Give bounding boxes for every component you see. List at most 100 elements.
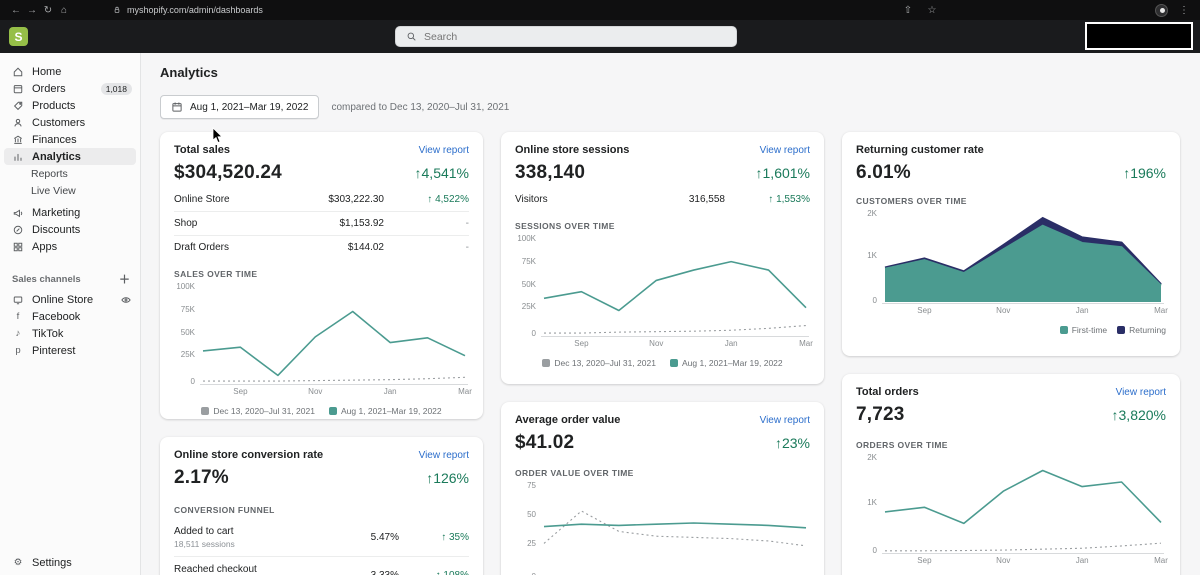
row-label: Draft Orders [174,242,274,253]
customers-icon [12,117,24,129]
sidebar-item-analytics[interactable]: Analytics [4,148,136,165]
browser-home-icon[interactable]: ⌂ [56,5,72,16]
add-sales-channel-icon[interactable]: ＋ [119,271,130,287]
sidebar-item-label: Products [32,100,132,112]
orders-count-badge: 1,018 [101,83,132,95]
sidebar-item-tiktok[interactable]: ♪ TikTok [0,325,140,342]
sidebar-item-live-view[interactable]: Live View [0,182,140,199]
returning-rate-value: 6.01% [856,162,911,184]
funnel-step-sessions: 18,511 sessions [174,539,339,549]
search-input[interactable] [424,31,726,43]
sidebar-item-reports[interactable]: Reports [0,165,140,182]
sessions-delta: ↑1,601% [756,165,810,181]
funnel-step-rate: 5.47% [339,532,399,543]
browser-profile-avatar[interactable] [1155,4,1168,17]
sidebar-item-label: Apps [32,241,132,253]
date-range-button[interactable]: Aug 1, 2021–Mar 19, 2022 [160,95,319,119]
sidebar-item-customers[interactable]: Customers [0,114,140,131]
card-title: Online store conversion rate [174,449,323,461]
sidebar-item-facebook[interactable]: f Facebook [0,308,140,325]
section-label: SESSIONS OVER TIME [515,221,810,231]
row-delta: - [384,218,469,229]
finances-icon [12,134,24,146]
chart-legend: Dec 13, 2020–Jul 31, 2021Aug 1, 2021–Mar… [515,358,810,368]
share-icon[interactable]: ⇧ [900,5,916,16]
sidebar-item-discounts[interactable]: Discounts [0,221,140,238]
address-bar[interactable]: myshopify.com/admin/dashboards [112,5,263,15]
card-title: Online store sessions [515,144,629,156]
bookmark-star-icon[interactable]: ☆ [924,5,940,16]
funnel-row: Added to cart 18,511 sessions 5.47% ↑ 35… [174,519,469,557]
shopify-logo[interactable]: S [9,27,28,46]
orders-icon [12,83,24,95]
sidebar-item-label: Live View [31,185,132,197]
home-icon [12,66,24,78]
row-value: $144.02 [274,242,384,253]
dashboard-grid: Total sales View report $304,520.24 ↑4,5… [160,132,1184,575]
view-report-link[interactable]: View report [419,145,469,156]
calendar-icon [171,101,183,113]
funnel-step-label: Reached checkout [174,564,257,575]
sidebar-item-label: Pinterest [32,345,132,357]
card-title: Total sales [174,144,230,156]
global-search[interactable] [395,26,737,47]
sidebar-item-home[interactable]: Home [0,63,140,80]
row-label: Online Store [174,194,274,205]
funnel-step-delta: ↑ 108% [399,570,469,575]
sidebar-item-apps[interactable]: Apps [0,238,140,255]
discounts-icon [12,224,24,236]
online-store-sessions-card: Online store sessions View report 338,14… [501,132,824,384]
row-delta: ↑ 1,553% [725,194,810,205]
card-title: Total orders [856,386,919,398]
sidebar-item-orders[interactable]: Orders 1,018 [0,80,140,97]
url-text: myshopify.com/admin/dashboards [127,5,263,15]
sidebar-item-label: Marketing [32,207,132,219]
order-value-over-time-chart: 7550250SepNovJanMar [515,484,810,575]
customers-over-time-chart: 2K1K0SepNovJanMar [856,212,1166,315]
sidebar-item-label: Customers [32,117,132,129]
sidebar-item-marketing[interactable]: Marketing [0,204,140,221]
sidebar-item-pinterest[interactable]: p Pinterest [0,342,140,359]
marketing-icon [12,207,24,219]
row-value: $303,222.30 [274,194,384,205]
orders-over-time-chart: 2K1K0SepNovJanMar [856,456,1166,565]
average-order-value-card: Average order value View report $41.02 ↑… [501,402,824,575]
browser-back-icon[interactable]: ← [8,5,24,16]
browser-chrome: ← → ↻ ⌂ myshopify.com/admin/dashboards ⇧… [0,0,1200,20]
view-report-link[interactable]: View report [419,450,469,461]
sidebar: Home Orders 1,018 Products Customers Fin… [0,53,141,575]
view-store-eye-icon[interactable] [120,294,132,306]
sales-over-time-chart: 100K75K50K25K0SepNovJanMar [174,285,469,396]
tiktok-icon: ♪ [12,328,24,339]
view-report-link[interactable]: View report [1116,387,1166,398]
pinterest-icon: p [12,345,24,356]
view-report-link[interactable]: View report [760,145,810,156]
funnel-step-rate: 3.33% [339,570,399,575]
sidebar-item-finances[interactable]: Finances [0,131,140,148]
browser-refresh-icon[interactable]: ↻ [40,5,56,16]
chart-legend: Dec 13, 2020–Jul 31, 2021Aug 1, 2021–Mar… [174,406,469,416]
section-label: CONVERSION FUNNEL [174,505,469,515]
sidebar-item-label: Reports [31,168,132,180]
breakdown-row: Online Store $303,222.30 ↑ 4,522% [174,188,469,212]
row-label: Visitors [515,194,615,205]
online-store-icon [12,294,24,306]
browser-menu-icon[interactable]: ⋮ [1176,5,1192,16]
sales-channels-label: Sales channels [12,274,81,285]
sidebar-item-products[interactable]: Products [0,97,140,114]
total-orders-card: Total orders View report 7,723 ↑3,820% O… [842,374,1180,575]
row-delta: ↑ 4,522% [384,194,469,205]
funnel-step-label: Added to cart [174,526,233,537]
sidebar-item-settings[interactable]: ⚙ Settings [0,554,140,571]
sidebar-item-online-store[interactable]: Online Store [0,291,140,308]
view-report-link[interactable]: View report [760,415,810,426]
total-orders-value: 7,723 [856,404,905,426]
sidebar-item-label: Online Store [32,294,112,306]
lock-icon [112,5,122,15]
returning-customer-rate-card: Returning customer rate 6.01% ↑196% CUST… [842,132,1180,356]
sidebar-item-label: Orders [32,83,93,95]
settings-gear-icon: ⚙ [12,557,24,568]
browser-forward-icon[interactable]: → [24,5,40,16]
section-label: ORDERS OVER TIME [856,440,1166,450]
page-title: Analytics [160,65,1184,80]
